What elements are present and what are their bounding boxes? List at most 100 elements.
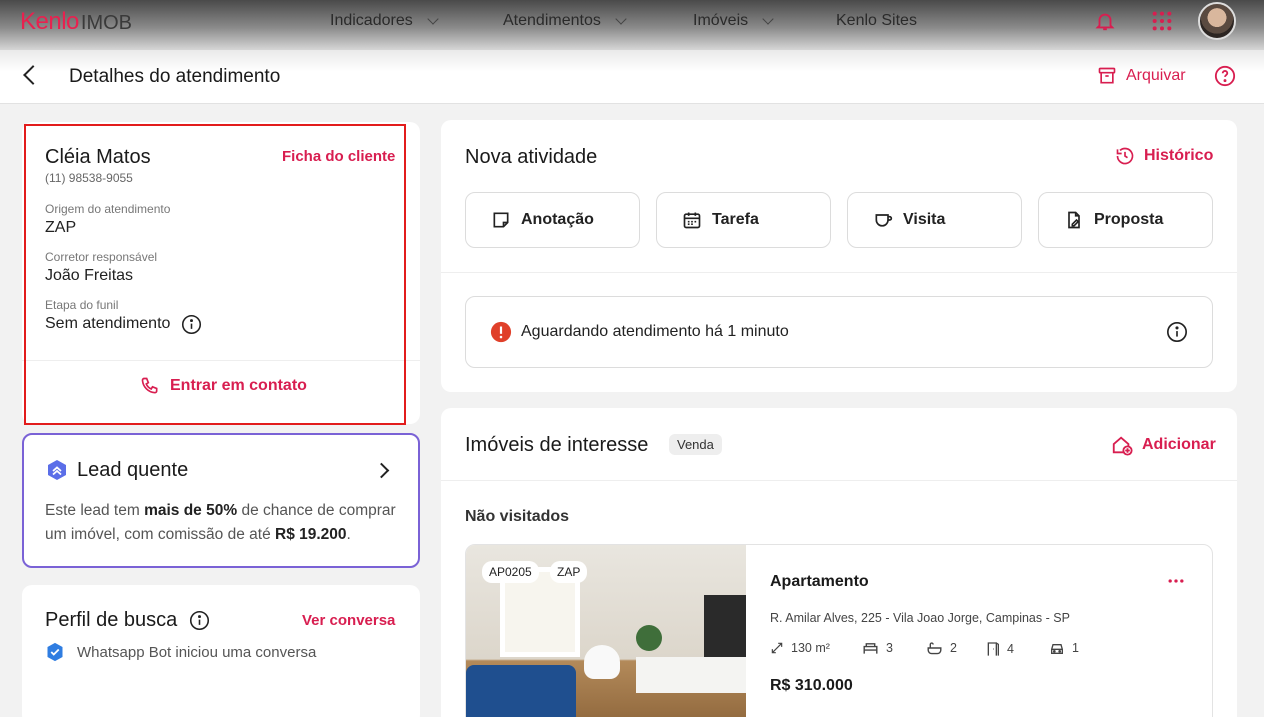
property-code-badge: AP0205 xyxy=(482,561,539,583)
client-name: Cléia Matos xyxy=(45,146,151,168)
top-navigation-bar: Kenlo IMOB Indicadores Atendimentos Imóve… xyxy=(0,0,1264,50)
new-activity-title: Nova atividade xyxy=(465,146,598,168)
area-value: 130 m² xyxy=(791,641,830,655)
client-file-link[interactable]: Ficha do cliente xyxy=(282,148,395,165)
hot-lead-icon xyxy=(48,460,66,480)
new-activity-card: Nova atividade Histórico Anotação Tarefa… xyxy=(441,120,1237,392)
stage-value: Sem atendimento xyxy=(45,315,171,332)
note-button[interactable]: Anotação xyxy=(465,192,640,248)
page-header: Detalhes do atendimento Arquivar xyxy=(0,50,1264,104)
photo-chair xyxy=(584,645,620,679)
not-visited-heading: Não visitados xyxy=(465,508,570,525)
info-icon[interactable] xyxy=(181,314,202,340)
chevron-down-icon xyxy=(615,12,627,25)
properties-of-interest-card: Imóveis de interesse Venda Adicionar Não… xyxy=(441,408,1237,717)
sale-badge: Venda xyxy=(669,434,722,455)
search-profile-card: Perfil de busca Ver conversa Whatsapp Bo… xyxy=(22,585,420,717)
client-phone: (11) 98538-9055 xyxy=(45,171,133,185)
bedrooms-value: 3 xyxy=(886,641,893,655)
property-area: 130 m² xyxy=(770,641,830,655)
contact-button[interactable]: Entrar em contato xyxy=(140,376,307,396)
property-bathrooms: 2 xyxy=(926,641,957,655)
alert-icon xyxy=(490,321,512,343)
property-bedrooms: 3 xyxy=(862,641,893,655)
notification-bell-icon[interactable] xyxy=(1094,10,1116,37)
photo-tv xyxy=(704,595,746,665)
help-icon[interactable] xyxy=(1214,65,1236,92)
info-icon[interactable] xyxy=(189,610,210,636)
kenlo-logo[interactable]: Kenlo IMOB xyxy=(20,8,132,36)
property-type: Apartamento xyxy=(770,573,869,590)
task-button[interactable]: Tarefa xyxy=(656,192,831,248)
hot-lead-card[interactable]: Lead quente Este lead tem mais de 50% de… xyxy=(22,433,420,568)
nav-kenlo-sites[interactable]: Kenlo Sites xyxy=(836,12,917,30)
lead-title: Lead quente xyxy=(77,459,189,481)
verified-badge-icon xyxy=(47,642,63,662)
nav-indicadores[interactable]: Indicadores xyxy=(330,12,439,30)
property-card[interactable]: AP0205 ZAP Apartamento R. Amilar Alves, … xyxy=(465,544,1213,717)
apps-grid-icon[interactable] xyxy=(1151,10,1173,37)
archive-label: Arquivar xyxy=(1126,67,1186,84)
property-parking: 1 xyxy=(1049,641,1079,655)
more-options-icon[interactable] xyxy=(1166,571,1186,591)
button-label: Proposta xyxy=(1094,211,1164,228)
properties-title: Imóveis de interesse xyxy=(465,434,649,456)
stage-label: Etapa do funil xyxy=(45,298,119,312)
calendar-icon xyxy=(683,212,701,229)
lead-commission: R$ 19.200 xyxy=(275,526,347,543)
parking-value: 1 xyxy=(1072,641,1079,655)
history-icon xyxy=(1116,147,1134,165)
brand-name: Kenlo xyxy=(20,8,79,35)
archive-button[interactable]: Arquivar xyxy=(1097,66,1186,86)
button-label: Tarefa xyxy=(712,211,759,228)
nav-label: Indicadores xyxy=(330,12,413,29)
proposal-icon xyxy=(1068,211,1080,229)
lead-text-part: . xyxy=(346,526,351,543)
suite-door-icon xyxy=(987,642,999,656)
property-photo: AP0205 ZAP xyxy=(466,545,746,717)
user-avatar[interactable] xyxy=(1198,2,1236,40)
chevron-right-icon[interactable] xyxy=(373,462,390,479)
suites-value: 4 xyxy=(1007,642,1014,656)
page-title: Detalhes do atendimento xyxy=(69,66,281,87)
divider xyxy=(441,272,1237,273)
origin-label: Origem do atendimento xyxy=(45,202,171,216)
add-home-icon xyxy=(1112,436,1133,456)
origin-value: ZAP xyxy=(45,219,77,236)
button-label: Visita xyxy=(903,211,946,228)
lead-text-part: Este lead tem xyxy=(45,502,145,519)
property-source-badge: ZAP xyxy=(550,561,588,583)
phone-icon xyxy=(141,377,158,394)
photo-sofa xyxy=(466,665,576,717)
info-icon[interactable] xyxy=(1166,321,1188,343)
add-property-button[interactable]: Adicionar xyxy=(1111,434,1216,456)
search-profile-title: Perfil de busca xyxy=(45,609,178,631)
nav-label: Kenlo Sites xyxy=(836,12,917,29)
button-label: Anotação xyxy=(521,211,594,228)
status-text: Aguardando atendimento há 1 minuto xyxy=(521,323,789,340)
visit-icon xyxy=(875,214,893,227)
property-price: R$ 310.000 xyxy=(770,677,853,694)
property-address: R. Amilar Alves, 225 - Vila Joao Jorge, … xyxy=(770,611,1070,625)
bathrooms-value: 2 xyxy=(950,641,957,655)
status-alert: Aguardando atendimento há 1 minuto xyxy=(465,296,1213,368)
nav-label: Imóveis xyxy=(693,12,749,29)
view-conversation-link[interactable]: Ver conversa xyxy=(302,612,395,629)
bathtub-icon xyxy=(927,642,942,655)
photo-cabinet xyxy=(636,657,746,693)
back-arrow-icon[interactable] xyxy=(23,65,43,85)
bed-icon xyxy=(863,643,878,654)
visit-button[interactable]: Visita xyxy=(847,192,1022,248)
proposal-button[interactable]: Proposta xyxy=(1038,192,1213,248)
nav-atendimentos[interactable]: Atendimentos xyxy=(503,12,627,30)
car-icon xyxy=(1051,644,1063,654)
property-suites: 4 xyxy=(986,641,1014,657)
agent-value: João Freitas xyxy=(45,267,134,284)
lead-chance: mais de 50% xyxy=(144,502,238,519)
contact-label: Entrar em contato xyxy=(170,377,307,394)
divider xyxy=(441,480,1237,481)
nav-imoveis[interactable]: Imóveis xyxy=(693,12,774,30)
note-icon xyxy=(493,212,509,228)
history-button[interactable]: Histórico xyxy=(1115,146,1213,166)
chevron-down-icon xyxy=(427,12,439,25)
